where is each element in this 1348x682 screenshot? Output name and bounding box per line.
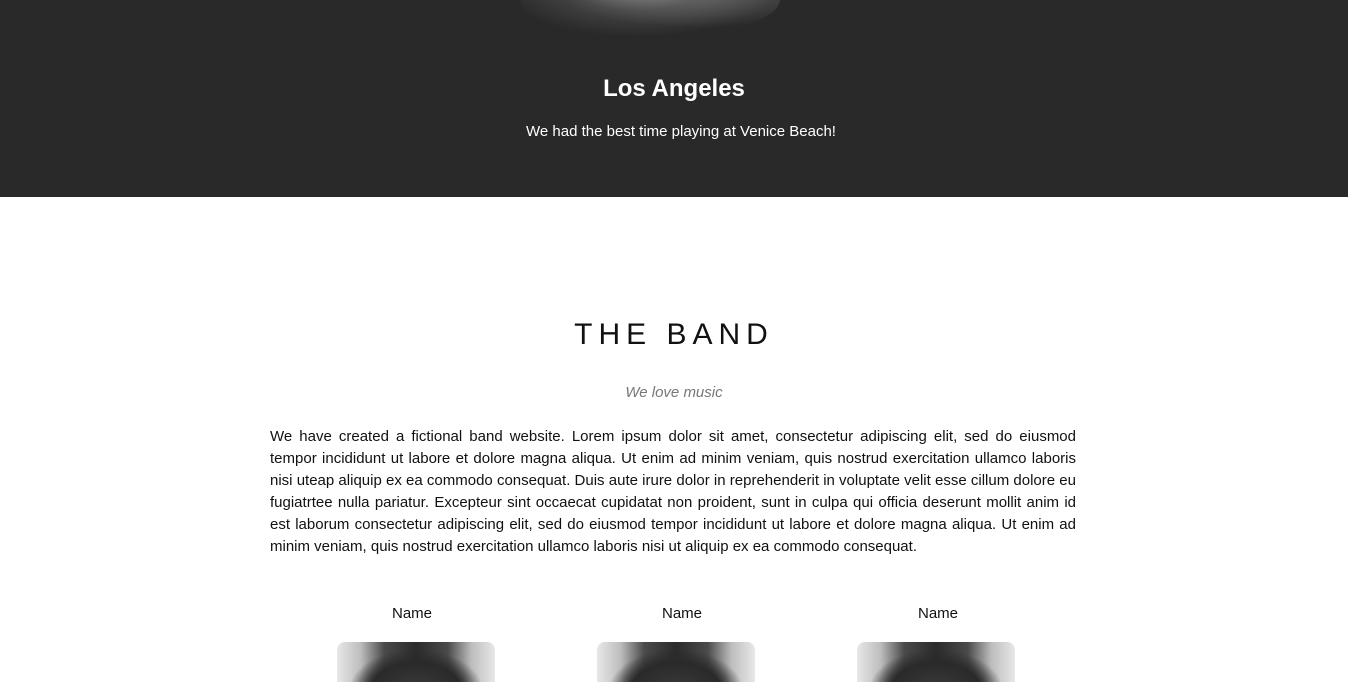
hero-photo: [520, 0, 780, 38]
hero-caption: We had the best time playing at Venice B…: [526, 123, 836, 140]
band-member-card: Name: [582, 604, 782, 682]
member-photo[interactable]: [597, 642, 755, 682]
hero-section: Los Angeles We had the best time playing…: [0, 0, 1348, 197]
band-section-title: THE BAND: [574, 318, 774, 351]
band-member-card: Name: [838, 604, 1038, 682]
band-member-card: Name: [312, 604, 512, 682]
member-name: Name: [391, 605, 432, 622]
band-description: We have created a fictional band website…: [270, 428, 1076, 555]
member-name: Name: [661, 605, 702, 622]
band-section-subtitle: We love music: [625, 384, 723, 401]
member-name: Name: [917, 605, 958, 622]
member-photo[interactable]: [857, 642, 1015, 682]
member-photo[interactable]: [337, 642, 495, 682]
hero-title: Los Angeles: [603, 75, 745, 102]
